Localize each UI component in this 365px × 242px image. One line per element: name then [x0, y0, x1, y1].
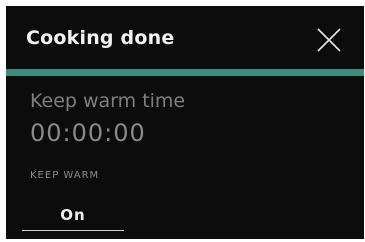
keep-warm-time-label: Keep warm time [30, 90, 186, 112]
keep-warm-time-value: 00:00:00 [30, 119, 146, 147]
dialog-title: Cooking done [26, 27, 175, 49]
dialog-header: Cooking done [6, 6, 364, 69]
close-button[interactable] [313, 24, 345, 56]
keep-warm-toggle-button[interactable]: On [22, 199, 124, 231]
keep-warm-toggle-label: On [60, 206, 86, 224]
close-icon [317, 28, 341, 52]
cooking-done-dialog: Cooking done Keep warm time 00:00:00 KEE… [6, 6, 364, 239]
keep-warm-toggle-underline [22, 230, 124, 231]
keep-warm-section-label: KEEP WARM [30, 170, 100, 181]
header-accent-bar [6, 69, 364, 76]
